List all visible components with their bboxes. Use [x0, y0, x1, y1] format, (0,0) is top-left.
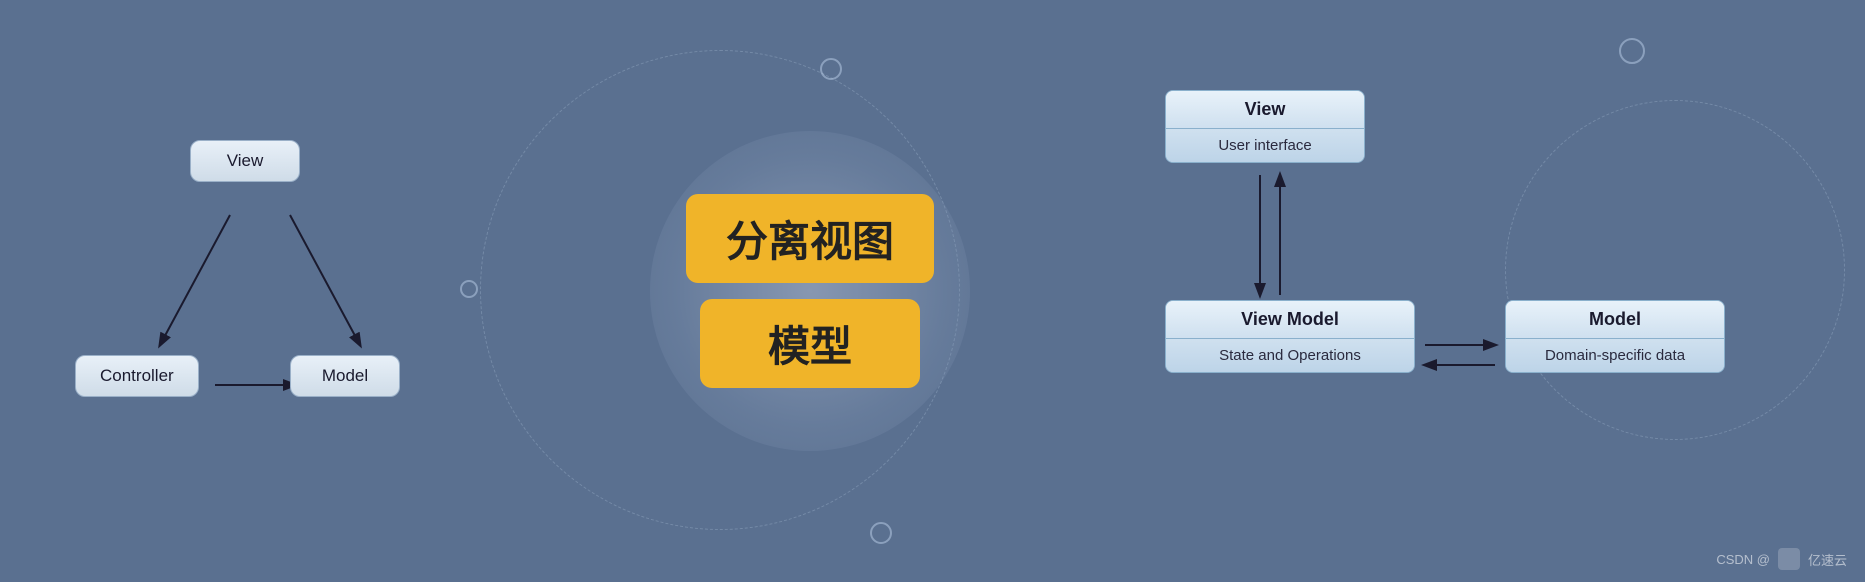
csdn-label: CSDN @	[1716, 552, 1770, 567]
view-to-controller-arrow	[160, 215, 230, 345]
mvc-diagram: View Controller Model	[60, 80, 480, 460]
mvvm-model-header: Model	[1506, 301, 1724, 339]
chinese-label-1: 分离视图	[686, 194, 934, 283]
chinese-label-2: 模型	[700, 299, 920, 388]
yiyun-icon	[1778, 548, 1800, 570]
mvvm-view-header: View	[1166, 91, 1364, 129]
mvc-model-box: Model	[290, 355, 400, 397]
mvvm-viewmodel-header: View Model	[1166, 301, 1414, 339]
mvvm-diagram: View User interface View Model State and…	[1125, 60, 1765, 480]
mvc-controller-label: Controller	[100, 366, 174, 385]
center-circle-bg	[650, 131, 970, 451]
mvc-view-box: View	[190, 140, 300, 182]
mvvm-view-box: View User interface	[1165, 90, 1365, 163]
mvvm-viewmodel-body: State and Operations	[1166, 339, 1414, 372]
mvc-controller-box: Controller	[75, 355, 199, 397]
mvc-model-label: Model	[322, 366, 368, 385]
yiyun-label: 亿速云	[1808, 550, 1847, 569]
center-section: 分离视图 模型	[580, 0, 1040, 582]
mvvm-model-box: Model Domain-specific data	[1505, 300, 1725, 373]
view-to-model-arrow	[290, 215, 360, 345]
mvc-view-label: View	[227, 151, 264, 170]
mvc-arrows	[60, 80, 480, 460]
mvvm-model-body: Domain-specific data	[1506, 339, 1724, 372]
mvvm-view-body: User interface	[1166, 129, 1364, 162]
mvvm-viewmodel-box: View Model State and Operations	[1165, 300, 1415, 373]
watermark: CSDN @ 亿速云	[1716, 548, 1847, 570]
